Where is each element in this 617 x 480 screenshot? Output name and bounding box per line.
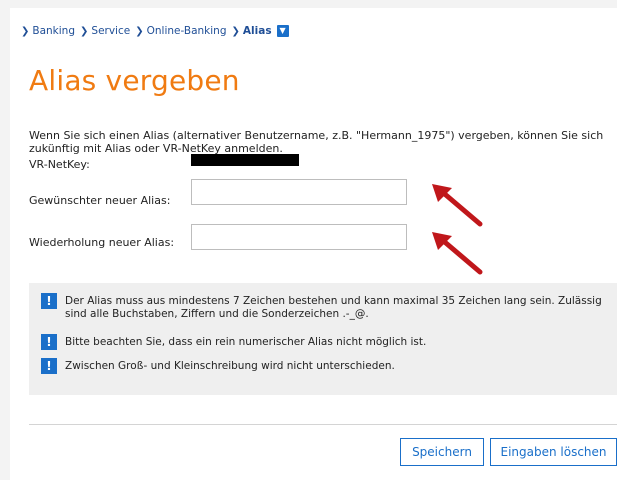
breadcrumb: ❯ Banking ❯ Service ❯ Online-Banking ❯ A… <box>21 25 289 37</box>
breadcrumb-item-service[interactable]: Service <box>91 25 130 37</box>
save-button[interactable]: Speichern <box>400 438 484 466</box>
clear-inputs-button[interactable]: Eingaben löschen <box>490 438 617 466</box>
breadcrumb-item-alias: Alias <box>242 25 272 37</box>
annotation-arrow-icon <box>432 184 483 227</box>
info-text: Bitte beachten Sie, dass ein rein numeri… <box>65 336 427 348</box>
info-item: ! Bitte beachten Sie, dass ein rein nume… <box>41 334 605 350</box>
exclamation-icon: ! <box>41 293 57 309</box>
info-text: Zwischen Groß- und Kleinschreibung wird … <box>65 360 395 372</box>
netkey-redacted-value <box>191 154 299 166</box>
repeat-alias-input[interactable] <box>191 224 407 250</box>
intro-text: Wenn Sie sich einen Alias (alternativer … <box>29 129 604 155</box>
new-alias-input[interactable] <box>191 179 407 205</box>
annotation-arrow-icon <box>432 232 483 275</box>
breadcrumb-item-banking[interactable]: Banking <box>32 25 75 37</box>
exclamation-icon: ! <box>41 334 57 350</box>
info-text: Der Alias muss aus mindestens 7 Zeichen … <box>65 295 602 320</box>
netkey-label: VR-NetKey: <box>29 158 90 171</box>
chevron-right-icon: ❯ <box>80 25 89 37</box>
chevron-right-icon: ❯ <box>231 25 240 37</box>
info-item: ! Zwischen Groß- und Kleinschreibung wir… <box>41 358 605 374</box>
divider <box>29 424 617 425</box>
chevron-down-icon[interactable]: ▼ <box>276 25 289 37</box>
new-alias-label: Gewünschter neuer Alias: <box>29 194 171 207</box>
breadcrumb-item-online-banking[interactable]: Online-Banking <box>147 25 227 37</box>
page-title: Alias vergeben <box>29 64 240 97</box>
chevron-right-icon: ❯ <box>135 25 144 37</box>
repeat-alias-label: Wiederholung neuer Alias: <box>29 236 175 249</box>
chevron-right-icon: ❯ <box>21 25 30 37</box>
info-item: ! Der Alias muss aus mindestens 7 Zeiche… <box>41 293 605 321</box>
info-box: ! Der Alias muss aus mindestens 7 Zeiche… <box>29 283 617 395</box>
exclamation-icon: ! <box>41 358 57 374</box>
